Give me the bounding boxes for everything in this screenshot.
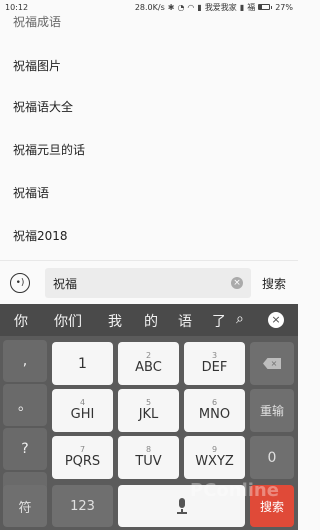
punct-key-question[interactable]: ? [3,428,47,470]
status-time: 10:12 [5,2,29,12]
candidate-word[interactable]: 我 [108,311,122,331]
bluetooth-icon: ✱ [167,2,175,12]
suggestion-item[interactable]: 祝福语 [13,184,49,201]
symbol-label: 符 [18,500,32,516]
key-label: DEF [201,360,228,375]
number-key[interactable]: 123 [52,485,113,527]
suggestion-item[interactable]: 祝福成语 [13,13,61,30]
key-digit: 7 [79,445,86,454]
key-mno[interactable]: 6 MNO [184,389,245,432]
search-button[interactable]: 搜索 [262,275,286,292]
key-def[interactable]: 3 DEF [184,342,245,385]
watermark-logo: PConline [190,480,279,501]
key-digit: 9 [211,445,218,454]
backspace-key[interactable]: × [250,342,294,385]
signal-icon: ▮ [197,2,202,12]
key-digit: 6 [211,398,218,407]
key-digit: 2 [145,351,152,360]
network-speed: 28.0K/s [134,2,165,12]
search-input[interactable] [53,274,223,292]
key-digit: 3 [211,351,218,360]
suggestion-item[interactable]: 祝福图片 [13,57,61,74]
suggestion-item[interactable]: 祝福语大全 [13,98,73,115]
suggestion-item[interactable]: 祝福2018 [13,227,68,244]
key-label: WXYZ [195,454,234,469]
clear-icon[interactable]: × [231,277,243,289]
candidate-bar: 你 你们 我 的 语 了 ⌕ × [0,304,298,336]
battery-icon [258,4,271,10]
carrier-2: 福 [247,2,256,12]
search-icon[interactable]: ⌕ [236,311,244,327]
reenter-key[interactable]: 重输 [250,389,294,432]
candidate-word[interactable]: 你们 [54,311,82,331]
key-ghi[interactable]: 4 GHI [52,389,113,432]
key-label: 1 [78,355,87,372]
candidate-word[interactable]: 的 [144,311,158,331]
suggestion-item[interactable]: 祝福元旦的话 [13,141,85,158]
key-label: JKL [138,407,159,422]
key-digit: 4 [79,398,86,407]
candidate-word[interactable]: 语 [178,311,192,331]
key-digit: 8 [145,445,152,454]
key-digit: 5 [145,398,152,407]
search-field[interactable]: × [45,268,251,298]
key-label: TUV [135,454,162,469]
zero-key[interactable]: 0 [250,436,294,479]
key-1[interactable]: 1 [52,342,113,385]
key-wxyz[interactable]: 9 WXYZ [184,436,245,479]
alarm-icon: ◔ [177,2,185,12]
close-icon[interactable]: × [268,312,284,328]
candidate-word[interactable]: 了 [212,311,224,331]
status-bar: 10:12 28.0K/s ✱ ◔ ◠ ▮ 我爱我家 ▮ 福 27% [0,0,298,14]
search-bar: •) × 搜索 [0,260,298,304]
punct-key-comma[interactable]: , [3,340,47,382]
key-abc[interactable]: 2 ABC [118,342,179,385]
reenter-label: 重输 [259,404,284,418]
key-tuv[interactable]: 8 TUV [118,436,179,479]
number-label: 123 [70,498,95,514]
microphone-icon [176,498,187,514]
key-label: MNO [198,407,231,422]
wifi-icon: ◠ [187,2,195,12]
carrier-1: 我爱我家 [204,2,237,12]
key-label: PQRS [64,454,101,469]
key-label: GHI [70,407,95,422]
key-label: ABC [135,360,162,375]
zero-label: 0 [267,449,277,466]
voice-input-icon[interactable]: •) [10,273,30,293]
backspace-icon: × [263,358,281,369]
key-pqrs[interactable]: 7 PQRS [52,436,113,479]
battery-level: 27% [275,2,293,12]
punct-key-period[interactable]: 。 [3,384,47,426]
symbol-key[interactable]: 符 [3,485,47,527]
key-jkl[interactable]: 5 JKL [118,389,179,432]
signal-icon-2: ▮ [239,2,245,12]
candidate-word[interactable]: 你 [14,311,28,331]
